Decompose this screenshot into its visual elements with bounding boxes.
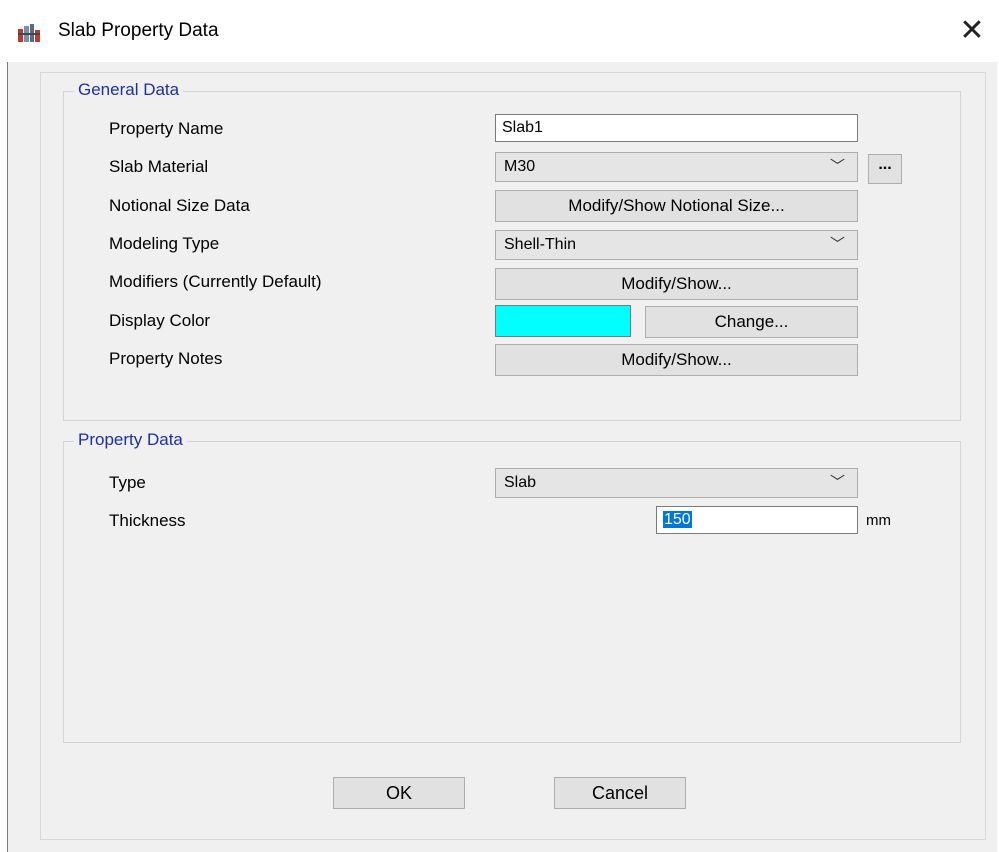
dialog-client-area: General Data Property Name Slab1 Slab Ma… (7, 62, 997, 852)
notional-size-label: Notional Size Data (109, 196, 250, 215)
thickness-label: Thickness (109, 511, 186, 530)
modeling-type-value: Shell-Thin (504, 236, 577, 253)
dialog-panel: General Data Property Name Slab1 Slab Ma… (40, 72, 986, 840)
chevron-down-icon: ﹀ (829, 158, 845, 175)
notional-size-button[interactable]: Modify/Show Notional Size... (495, 190, 858, 222)
cancel-button[interactable]: Cancel (554, 777, 686, 809)
property-name-input[interactable]: Slab1 (495, 114, 858, 142)
material-more-button[interactable]: ... (868, 154, 902, 184)
property-data-group: Property Data Type Slab ﹀ Thickness 150 … (63, 430, 961, 743)
general-data-group: General Data Property Name Slab1 Slab Ma… (63, 80, 961, 421)
slab-app-icon (18, 24, 40, 42)
type-value: Slab (504, 474, 537, 491)
chevron-down-icon: ﹀ (829, 236, 845, 253)
slab-material-label: Slab Material (109, 157, 209, 176)
modeling-type-label: Modeling Type (109, 234, 220, 253)
change-color-button[interactable]: Change... (645, 306, 858, 338)
modifiers-button[interactable]: Modify/Show... (495, 268, 858, 300)
close-icon[interactable]: ✕ (950, 12, 994, 52)
type-label: Type (109, 473, 146, 492)
display-color-label: Display Color (109, 311, 211, 330)
thickness-input[interactable]: 150 (656, 506, 858, 534)
display-color-swatch[interactable] (495, 305, 631, 337)
thickness-unit: mm (866, 512, 891, 529)
chevron-down-icon: ﹀ (829, 474, 845, 491)
modeling-type-select[interactable]: Shell-Thin ﹀ (495, 230, 858, 260)
slab-material-value: M30 (504, 158, 536, 175)
type-select[interactable]: Slab ﹀ (495, 468, 858, 498)
property-data-legend: Property Data (74, 430, 187, 450)
property-name-label: Property Name (109, 119, 224, 138)
ok-button[interactable]: OK (333, 777, 465, 809)
general-data-legend: General Data (74, 80, 184, 100)
title-bar: Slab Property Data ✕ (0, 0, 999, 62)
property-notes-button[interactable]: Modify/Show... (495, 344, 858, 376)
property-notes-label: Property Notes (109, 349, 223, 368)
modifiers-label: Modifiers (Currently Default) (109, 272, 322, 291)
window-title: Slab Property Data (58, 20, 219, 41)
slab-material-select[interactable]: M30 ﹀ (495, 152, 858, 182)
thickness-value: 150 (663, 511, 692, 528)
